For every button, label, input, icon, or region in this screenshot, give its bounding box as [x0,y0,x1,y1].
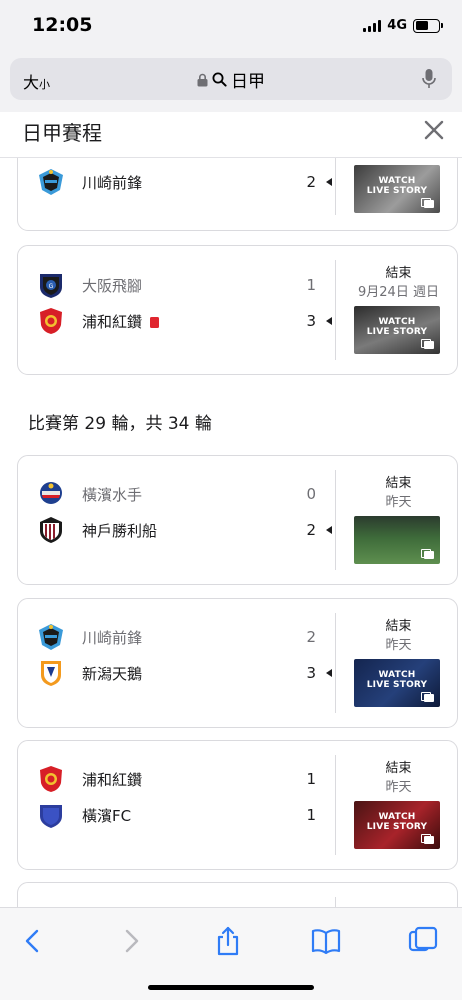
team-score: 3 [306,664,316,682]
team-name: 川崎前鋒 [82,173,143,192]
status-time: 12:05 [32,14,93,36]
team-score: 1 [306,806,316,824]
close-icon[interactable] [420,116,448,144]
team-row: G 大阪飛腳 1 [18,269,338,301]
red-card-icon [150,316,160,328]
team-name: 橫濱水手 [82,485,143,504]
match-status: 結束 [385,266,412,281]
team-name: 大阪飛腳 [82,276,143,295]
albirex-niigata-logo [41,661,61,686]
yokohama-marinos-logo [40,482,62,504]
team-score: 2 [306,628,316,646]
match-video-thumbnail[interactable]: WATCH LIVE STORY [354,801,440,849]
match-card[interactable]: 浦和紅鑽 1 橫濱FC 1 結束 昨天 WATCH LIVE STORY [17,740,458,870]
urawa-reds-logo [40,766,62,792]
kawasaki-frontale-logo [39,169,63,195]
match-status: 結束 [385,619,412,634]
share-icon[interactable] [211,924,245,958]
forward-chevron-icon[interactable] [114,924,148,958]
winner-marker [326,178,332,186]
page-header: 日甲賽程 [0,112,462,158]
match-video-thumbnail[interactable]: WATCH LIVE STORY [354,165,440,213]
team-row: 新潟天鵝 3 [18,657,338,689]
video-icon [421,549,434,559]
team-name: 浦和紅鑽 [82,311,160,332]
round-label: 比賽第 29 輪，共 34 輪 [28,414,212,434]
team-score: 2 [306,173,316,191]
team-row: 川崎前鋒 2 [18,621,338,653]
match-status: 結束 [385,761,412,776]
match-date: 9月24日 週日 [358,285,439,300]
card-divider [335,158,336,215]
address-field[interactable]: 日甲 [10,67,452,92]
microphone-icon[interactable] [422,68,436,90]
team-name: 浦和紅鑽 [82,770,143,789]
browser-address-area: 大小 日甲 [0,52,462,112]
match-video-thumbnail[interactable] [354,516,440,564]
team-row: 神戶勝利船 2 [18,514,338,546]
status-indicators: 4G [363,18,443,33]
network-type: 4G [387,18,407,33]
winner-marker [326,526,332,534]
video-icon [421,339,434,349]
team-score: 3 [306,312,316,330]
team-score: 2 [306,521,316,539]
team-score: 1 [306,276,316,294]
home-indicator [148,985,314,990]
card-divider [335,470,336,570]
kawasaki-frontale-logo [39,624,63,650]
team-name: 神戶勝利船 [82,521,158,540]
match-card[interactable]: 川崎前鋒 2 WATCH LIVE STORY [17,158,458,231]
bookmarks-icon[interactable] [309,924,343,958]
urawa-reds-logo [40,308,62,334]
svg-text:G: G [49,283,54,290]
battery-icon [413,18,443,33]
card-divider [335,755,336,855]
tabs-icon[interactable] [406,924,440,958]
team-row: 橫濱FC 1 [18,799,338,831]
lock-icon [197,73,208,86]
status-bar: 12:05 4G [0,0,462,52]
video-icon [421,834,434,844]
gamba-osaka-logo: G [40,274,62,298]
team-name: 橫濱FC [82,806,132,825]
match-date: 昨天 [385,495,412,510]
match-card[interactable]: 川崎前鋒 2 新潟天鵝 3 結束 昨天 WATCH LIVE STORY [17,598,458,728]
team-score: 1 [306,770,316,788]
winner-marker [326,669,332,677]
card-divider [335,897,336,907]
team-name: 新潟天鵝 [82,664,143,683]
search-icon [212,72,227,87]
team-score: 0 [306,485,316,503]
signal-icon [363,19,382,32]
winner-marker [326,317,332,325]
team-row: 浦和紅鑽 3 [18,305,338,337]
match-card[interactable]: G 大阪飛腳 1 浦和紅鑽 3 結束 9月24日 週日 WATCH LIVE ST… [17,245,458,375]
match-status: 結束 [385,476,412,491]
match-card[interactable] [17,882,458,907]
team-row: 浦和紅鑽 1 [18,763,338,795]
back-chevron-icon[interactable] [16,924,50,958]
video-icon [421,692,434,702]
address-bar[interactable]: 大小 日甲 [10,58,452,100]
vissel-kobe-logo [40,517,62,543]
match-video-thumbnail[interactable]: WATCH LIVE STORY [354,659,440,707]
match-date: 昨天 [385,638,412,653]
search-query: 日甲 [231,72,265,92]
match-date: 昨天 [385,780,412,795]
fixtures-list[interactable]: 川崎前鋒 2 WATCH LIVE STORY G 大阪飛腳 1 浦和紅鑽 3 結… [0,158,462,907]
team-row: 川崎前鋒 2 [18,166,338,198]
match-video-thumbnail[interactable]: WATCH LIVE STORY [354,306,440,354]
video-icon [421,198,434,208]
card-divider [335,260,336,360]
yokohama-fc-logo [40,805,62,828]
card-divider [335,613,336,713]
match-card[interactable]: 橫濱水手 0 神戶勝利船 2 結束 昨天 [17,455,458,585]
page-title: 日甲賽程 [22,121,102,145]
team-row: 橫濱水手 0 [18,478,338,510]
team-name: 川崎前鋒 [82,628,143,647]
